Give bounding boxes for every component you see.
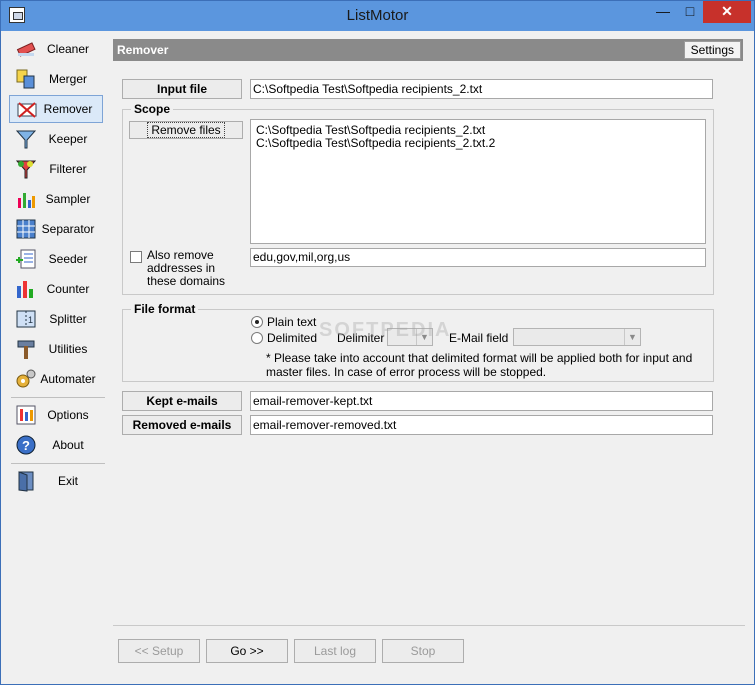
- maximize-button[interactable]: □: [677, 1, 703, 23]
- sidebar-item-label: Sampler: [45, 192, 91, 206]
- panel-header: Remover Settings: [113, 39, 743, 61]
- list-item[interactable]: C:\Softpedia Test\Softpedia recipients_2…: [256, 137, 700, 150]
- hammer-icon: [15, 338, 37, 360]
- input-file-button[interactable]: Input file: [122, 79, 242, 99]
- file-format-label: File format: [131, 302, 199, 316]
- sidebar-item-label: Remover: [43, 102, 93, 116]
- sidebar-item-seeder[interactable]: Seeder: [9, 245, 103, 273]
- sidebar-item-label: About: [52, 438, 84, 452]
- sidebar-item-label: Keeper: [48, 132, 88, 146]
- sidebar-item-label: Separator: [41, 222, 95, 236]
- remove-files-button[interactable]: Remove files: [129, 121, 243, 139]
- stop-button[interactable]: Stop: [382, 639, 464, 663]
- format-note: * Please take into account that delimite…: [266, 351, 693, 379]
- chart-icon: [15, 188, 37, 210]
- minimize-button[interactable]: —: [649, 1, 677, 23]
- gears-icon: [15, 368, 37, 390]
- also-remove-checkbox[interactable]: [130, 251, 142, 263]
- bar-chart-icon: [15, 278, 37, 300]
- eraser-icon: [15, 38, 37, 60]
- list-add-icon: [15, 248, 37, 270]
- panel-title: Remover: [117, 43, 169, 57]
- sidebar-item-label: Cleaner: [46, 42, 90, 56]
- sidebar-item-label: Exit: [57, 474, 78, 488]
- sidebar-item-remover[interactable]: Remover: [9, 95, 103, 123]
- sidebar-item-automater[interactable]: Automater: [9, 365, 103, 393]
- title-bar: ListMotor — □ ✕: [1, 1, 754, 31]
- merge-icon: [15, 68, 37, 90]
- email-field-select[interactable]: ▼: [513, 328, 641, 346]
- email-field-label: E-Mail field: [449, 331, 509, 345]
- footer-divider: [113, 625, 745, 626]
- sidebar-item-cleaner[interactable]: Cleaner: [9, 35, 103, 63]
- kept-emails-field[interactable]: email-remover-kept.txt: [250, 391, 713, 411]
- sidebar-item-sampler[interactable]: Sampler: [9, 185, 103, 213]
- sidebar-item-label: Automater: [40, 372, 96, 386]
- sidebar-item-label: Seeder: [48, 252, 88, 266]
- funnel-icon: [15, 128, 37, 150]
- watermark: SOFTPEDIA: [319, 319, 452, 341]
- sidebar-item-counter[interactable]: Counter: [9, 275, 103, 303]
- sidebar-item-separator[interactable]: Separator: [9, 215, 103, 243]
- sidebar-divider: [11, 397, 105, 398]
- sidebar-item-label: Merger: [48, 72, 87, 86]
- sidebar-item-about[interactable]: ? About: [9, 431, 103, 459]
- plain-text-radio[interactable]: [251, 316, 263, 328]
- delimited-label: Delimited: [267, 331, 318, 345]
- svg-text:?: ?: [22, 438, 30, 453]
- scope-label: Scope: [131, 102, 174, 116]
- sidebar-item-label: Counter: [46, 282, 90, 296]
- sidebar-item-label: Splitter: [49, 312, 87, 326]
- close-button[interactable]: ✕: [703, 1, 751, 23]
- sidebar-item-merger[interactable]: Merger: [9, 65, 103, 93]
- setup-button[interactable]: << Setup: [118, 639, 200, 663]
- removed-emails-button[interactable]: Removed e-mails: [122, 415, 242, 435]
- go-button[interactable]: Go >>: [206, 639, 288, 663]
- sidebar-item-label: Utilities: [48, 342, 88, 356]
- kept-emails-button[interactable]: Kept e-mails: [122, 391, 242, 411]
- also-remove-label: Also remove addresses in these domains: [147, 248, 226, 288]
- plain-text-label: Plain text: [267, 315, 317, 329]
- sidebar-item-options[interactable]: Options: [9, 401, 103, 429]
- svg-text:1: 1: [28, 315, 33, 325]
- settings-button[interactable]: Settings: [683, 41, 741, 59]
- sidebar-item-filterer[interactable]: Filterer: [9, 155, 103, 183]
- help-icon: ?: [15, 434, 37, 456]
- window-title: ListMotor: [346, 7, 409, 24]
- sidebar-item-utilities[interactable]: Utilities: [9, 335, 103, 363]
- sidebar-item-label: Filterer: [49, 162, 87, 176]
- delimited-radio[interactable]: [251, 332, 263, 344]
- remove-files-list[interactable]: C:\Softpedia Test\Softpedia recipients_2…: [250, 119, 706, 244]
- chevron-down-icon: ▼: [624, 329, 640, 345]
- remove-icon: [16, 98, 38, 120]
- filter-icon: [15, 158, 37, 180]
- domains-field[interactable]: edu,gov,mil,org,us: [250, 248, 706, 267]
- exit-door-icon: [15, 470, 37, 492]
- options-icon: [15, 404, 37, 426]
- sidebar: Cleaner Merger Remover Keeper Filterer S…: [7, 33, 107, 503]
- sidebar-divider: [11, 463, 105, 464]
- removed-emails-field[interactable]: email-remover-removed.txt: [250, 415, 713, 435]
- remove-files-label: Remove files: [147, 122, 225, 138]
- last-log-button[interactable]: Last log: [294, 639, 376, 663]
- sidebar-item-keeper[interactable]: Keeper: [9, 125, 103, 153]
- grid-icon: [15, 218, 37, 240]
- split-icon: 1: [15, 308, 37, 330]
- sidebar-item-exit[interactable]: Exit: [9, 467, 103, 495]
- app-window: ListMotor — □ ✕ Cleaner Merger Remover K…: [0, 0, 755, 685]
- sidebar-item-label: Options: [47, 408, 89, 422]
- sidebar-item-splitter[interactable]: 1 Splitter: [9, 305, 103, 333]
- input-file-field[interactable]: C:\Softpedia Test\Softpedia recipients_2…: [250, 79, 713, 99]
